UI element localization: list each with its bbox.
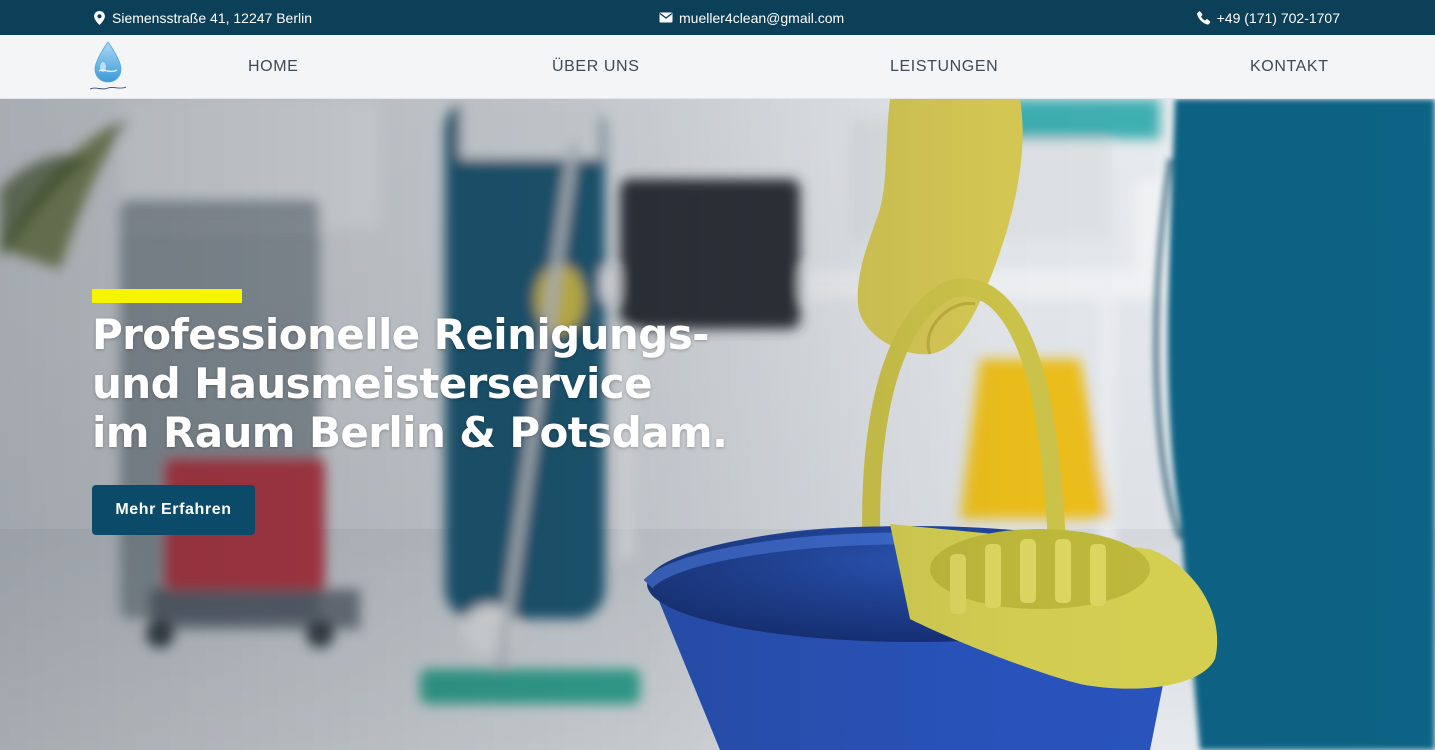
hero-section: Professionelle Reinigungs- und Hausmeist… bbox=[0, 99, 1435, 750]
email-text: mueller4clean@gmail.com bbox=[679, 9, 845, 26]
email-link[interactable]: mueller4clean@gmail.com bbox=[659, 0, 844, 35]
headline-line-2: und Hausmeisterservice bbox=[92, 359, 653, 408]
address-info: Siemensstraße 41, 12247 Berlin bbox=[93, 0, 312, 35]
nav-ueber-uns[interactable]: ÜBER UNS bbox=[552, 35, 639, 99]
yellow-accent-bar bbox=[92, 289, 242, 303]
nav-home[interactable]: HOME bbox=[248, 35, 298, 99]
address-text: Siemensstraße 41, 12247 Berlin bbox=[112, 9, 312, 26]
hero-headline: Professionelle Reinigungs- und Hausmeist… bbox=[92, 310, 792, 457]
water-drop-logo[interactable] bbox=[86, 40, 130, 94]
main-navigation: HOME ÜBER UNS LEISTUNGEN KONTAKT bbox=[0, 35, 1435, 99]
mehr-erfahren-button[interactable]: Mehr Erfahren bbox=[92, 485, 255, 535]
phone-link[interactable]: +49 (171) 702-1707 bbox=[1196, 0, 1340, 35]
envelope-icon bbox=[659, 12, 673, 23]
headline-line-3: im Raum Berlin & Potsdam. bbox=[92, 408, 728, 457]
nav-kontakt[interactable]: KONTAKT bbox=[1250, 35, 1329, 99]
top-info-bar: Siemensstraße 41, 12247 Berlin mueller4c… bbox=[0, 0, 1435, 35]
location-pin-icon bbox=[93, 10, 106, 25]
phone-text: +49 (171) 702-1707 bbox=[1216, 9, 1340, 26]
headline-line-1: Professionelle Reinigungs- bbox=[92, 310, 710, 359]
nav-leistungen[interactable]: LEISTUNGEN bbox=[890, 35, 998, 99]
phone-icon bbox=[1196, 10, 1211, 25]
